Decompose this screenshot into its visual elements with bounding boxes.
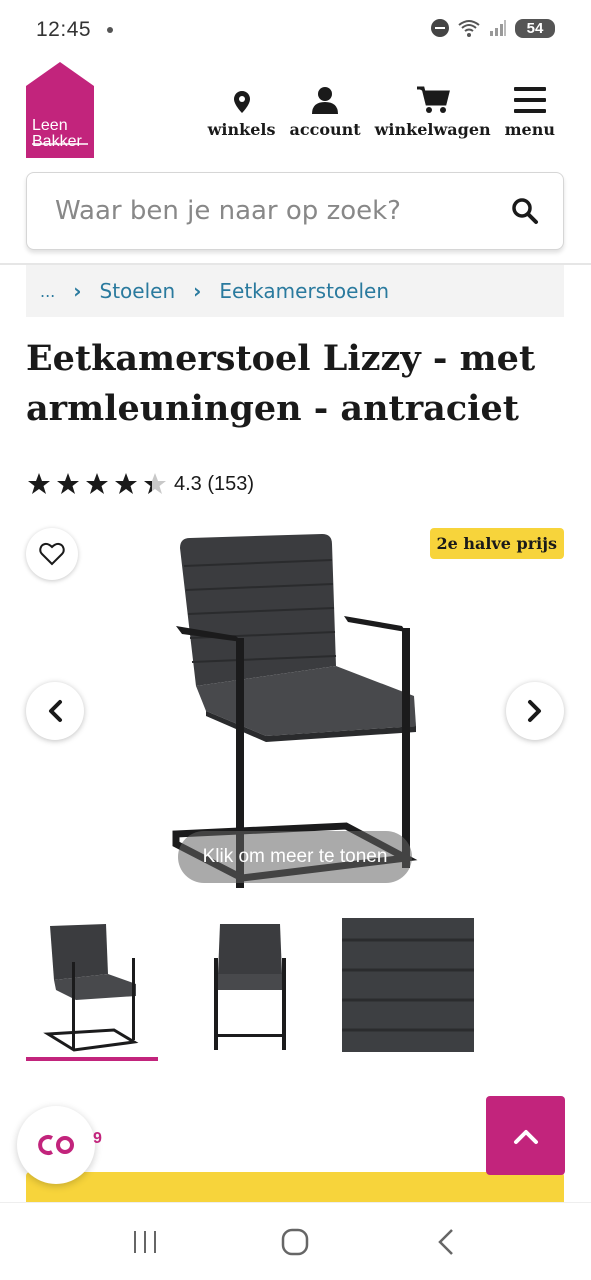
star-full-icon	[86, 473, 108, 494]
signal-icon	[490, 20, 506, 36]
recent-apps-button[interactable]	[115, 1212, 175, 1272]
partial-text: 9	[93, 1130, 102, 1147]
site-header: Leen Bakker winkels account winkelwagen	[0, 62, 591, 162]
nav-account[interactable]: account	[289, 82, 361, 139]
rating-stars	[26, 472, 168, 496]
hamburger-menu-icon	[513, 87, 546, 113]
product-rating[interactable]: 4.3 (153)	[26, 472, 254, 496]
breadcrumb-ellipsis[interactable]: ...	[40, 282, 55, 301]
search-icon[interactable]	[511, 197, 539, 225]
nav-account-label: account	[289, 120, 361, 139]
back-icon	[438, 1228, 453, 1255]
product-gallery: 2e halve prijs Klik om meer te tonen	[26, 520, 564, 900]
promo-bar	[26, 1172, 564, 1202]
logo-text: Leen Bakker	[32, 118, 82, 150]
thumbnail-2[interactable]	[184, 918, 316, 1056]
gallery-prev-button[interactable]	[26, 682, 84, 740]
system-navigation-bar	[0, 1202, 591, 1280]
promo-badge: 2e halve prijs	[429, 528, 564, 559]
logo-line2: Bakker	[32, 133, 82, 150]
home-icon	[282, 1228, 309, 1255]
battery-indicator: 54	[515, 18, 555, 38]
cookie-logo-icon	[38, 1135, 74, 1155]
header-nav: winkels account winkelwagen menu	[208, 82, 555, 139]
breadcrumb-eetkamerstoelen[interactable]: Eetkamerstoelen	[219, 279, 389, 303]
nav-cart[interactable]: winkelwagen	[375, 82, 491, 139]
search-bar	[26, 172, 564, 250]
thumbnail-3-fabric[interactable]	[342, 918, 474, 1052]
status-icons: 54	[431, 18, 555, 38]
star-full-icon	[115, 473, 137, 494]
chevron-left-icon	[49, 700, 62, 722]
leen-bakker-logo[interactable]: Leen Bakker	[26, 62, 94, 158]
favorite-button[interactable]	[26, 528, 78, 580]
nav-menu-label: menu	[504, 120, 555, 139]
chair-front-thumbnail	[214, 924, 286, 1050]
nav-stores-label: winkels	[207, 120, 276, 139]
cart-icon	[416, 86, 450, 113]
star-full-icon	[28, 473, 50, 494]
heart-icon	[39, 542, 65, 566]
back-button[interactable]	[416, 1212, 476, 1272]
notification-dot	[107, 27, 114, 33]
chevron-right-icon: ›	[73, 279, 82, 303]
nav-menu[interactable]: menu	[505, 82, 555, 139]
wifi-icon	[458, 20, 480, 37]
breadcrumb-stoelen[interactable]: Stoelen	[100, 279, 176, 303]
chevron-right-icon	[528, 700, 541, 722]
chevron-up-icon	[513, 1129, 538, 1144]
scroll-to-top-button[interactable]	[486, 1096, 565, 1175]
chevron-right-icon: ›	[193, 279, 202, 303]
home-button[interactable]	[265, 1212, 325, 1272]
do-not-disturb-icon	[431, 19, 449, 37]
location-pin-icon	[233, 91, 250, 113]
status-time: 12:45	[36, 18, 92, 41]
recent-apps-icon	[134, 1230, 157, 1253]
nav-cart-label: winkelwagen	[374, 120, 491, 139]
search-input[interactable]	[55, 196, 511, 226]
nav-stores[interactable]: winkels	[207, 82, 276, 139]
breadcrumb: ... › Stoelen › Eetkamerstoelen	[26, 265, 564, 317]
status-bar: 12:45 54	[0, 0, 591, 60]
product-title: Eetkamerstoel Lizzy - met armleuningen -…	[26, 338, 536, 429]
fabric-detail-thumbnail	[342, 918, 474, 1052]
star-full-icon	[57, 473, 79, 494]
cookie-consent-button[interactable]	[17, 1106, 95, 1184]
gallery-next-button[interactable]	[506, 682, 564, 740]
user-icon	[312, 87, 339, 114]
thumbnail-active-indicator	[26, 1057, 158, 1061]
logo-line1: Leen	[32, 117, 68, 134]
star-partial-icon	[144, 473, 166, 494]
rating-text: 4.3 (153)	[174, 472, 255, 495]
chair-thumbnail	[43, 924, 139, 1052]
click-more-overlay[interactable]: Klik om meer te tonen	[178, 831, 412, 883]
thumbnail-strip	[26, 918, 564, 1064]
thumbnail-1[interactable]	[26, 918, 158, 1061]
